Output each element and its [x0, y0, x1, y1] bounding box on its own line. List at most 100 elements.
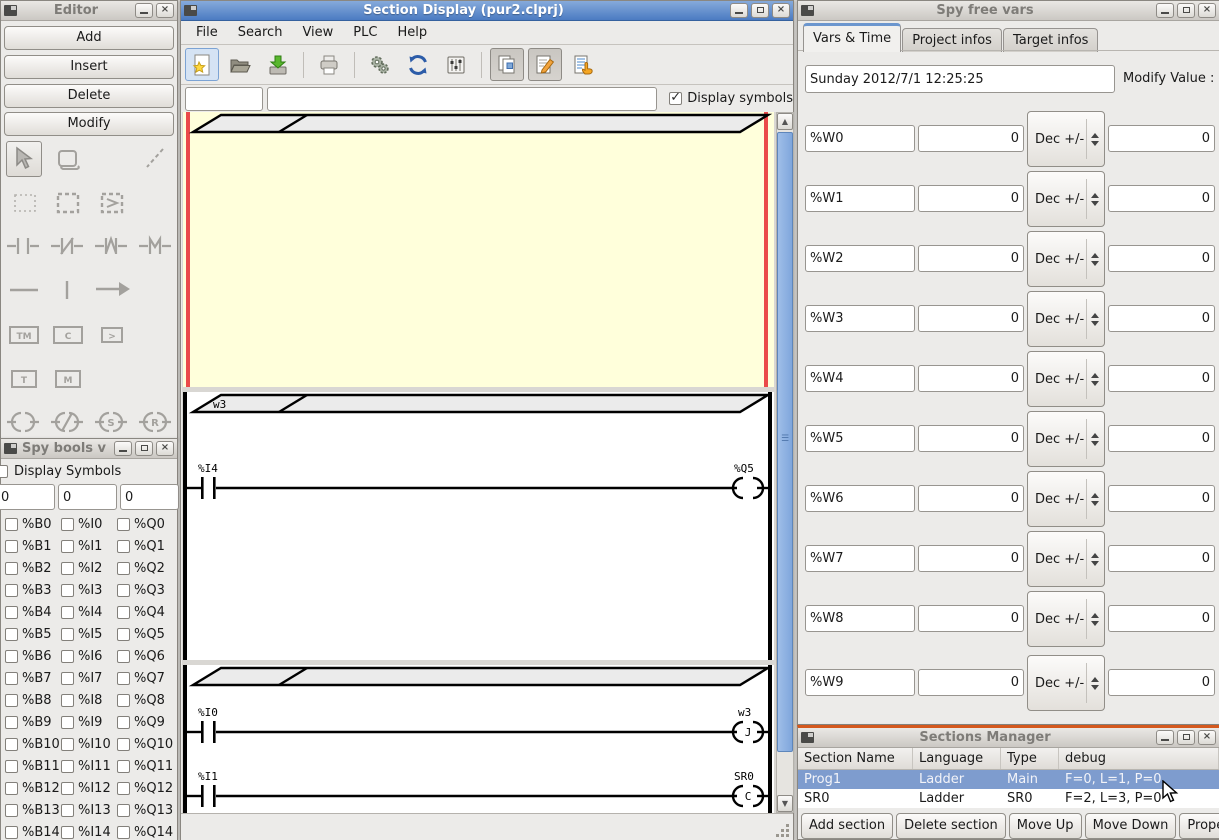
bool-checkbox-q6[interactable]	[117, 649, 130, 663]
insert-button[interactable]: Insert	[4, 55, 174, 79]
rung-jumps[interactable]: %I0 w3 J %I1 SR0 C	[183, 665, 774, 813]
bool-checkbox-i3[interactable]	[61, 583, 74, 597]
coil-reset-tool-icon[interactable]: R	[137, 409, 173, 435]
bool-checkbox-q5[interactable]	[117, 627, 130, 641]
display-symbols-checkbox[interactable]	[669, 90, 683, 105]
preferences-icon[interactable]	[439, 48, 473, 81]
edit-mode-icon[interactable]	[528, 48, 562, 81]
bools-offset-input-2[interactable]: 0	[58, 484, 117, 510]
bool-checkbox-b13[interactable]	[5, 803, 18, 817]
bool-checkbox-q11[interactable]	[117, 759, 130, 773]
properties-button[interactable]: Properties	[1179, 813, 1219, 839]
vertical-scrollbar[interactable]: ▲ ▼	[776, 112, 794, 813]
eraser-tool-icon[interactable]	[53, 145, 83, 173]
section-display-titlebar[interactable]: Section Display (pur2.clprj) ×	[181, 1, 793, 21]
menu-search[interactable]: Search	[229, 23, 292, 42]
bool-checkbox-q14[interactable]	[117, 825, 130, 839]
scroll-up-button[interactable]: ▲	[777, 113, 793, 130]
modify-pointer-icon[interactable]	[566, 48, 600, 81]
close-button[interactable]: ×	[1198, 3, 1216, 18]
display-mode-combo[interactable]: Dec +/-	[1027, 531, 1105, 587]
scrollbar-thumb[interactable]	[777, 132, 793, 752]
display-mode-combo[interactable]: Dec +/-	[1027, 231, 1105, 287]
window-menu-icon[interactable]	[801, 732, 814, 743]
maximize-button[interactable]	[751, 3, 769, 18]
spinner-arrows-icon[interactable]	[1087, 676, 1103, 690]
modify-value-input[interactable]: 0	[1108, 245, 1215, 272]
spinner-arrows-icon[interactable]	[1087, 252, 1103, 266]
display-mode-combo[interactable]: Dec +/-	[1027, 591, 1105, 647]
rung-comment-input[interactable]	[267, 86, 658, 111]
display-mode-combo[interactable]: Dec +/-	[1027, 111, 1105, 167]
display-mode-combo[interactable]: Dec +/-	[1027, 351, 1105, 407]
column-debug[interactable]: debug	[1059, 748, 1219, 769]
bools-offset-input-1[interactable]: 0	[0, 484, 55, 510]
bool-checkbox-q4[interactable]	[117, 605, 130, 619]
spinner-arrows-icon[interactable]	[1087, 312, 1103, 326]
display-mode-combo[interactable]: Dec +/-	[1027, 171, 1105, 227]
editor-titlebar[interactable]: Editor ×	[1, 1, 177, 21]
bool-checkbox-b14[interactable]	[5, 825, 18, 839]
menu-plc[interactable]: PLC	[344, 23, 386, 42]
var-value-field[interactable]: 0	[918, 669, 1024, 696]
wire-tool-icon[interactable]	[139, 143, 169, 173]
bool-checkbox-b12[interactable]	[5, 781, 18, 795]
close-button[interactable]: ×	[772, 3, 790, 18]
modify-value-input[interactable]: 0	[1108, 669, 1215, 696]
maximize-button[interactable]	[1177, 730, 1195, 745]
compare-tool-icon[interactable]: >	[99, 325, 125, 345]
bool-checkbox-q12[interactable]	[117, 781, 130, 795]
bool-checkbox-b4[interactable]	[5, 605, 18, 619]
add-section-button[interactable]: Add section	[801, 813, 894, 839]
minimize-button[interactable]	[1156, 730, 1174, 745]
bool-checkbox-i9[interactable]	[61, 715, 74, 729]
contact-closed-icon[interactable]	[49, 233, 85, 259]
bool-checkbox-i5[interactable]	[61, 627, 74, 641]
var-name-input[interactable]: %W3	[805, 305, 915, 332]
contact-falling-edge-icon[interactable]	[137, 233, 173, 259]
var-name-input[interactable]: %W0	[805, 125, 915, 152]
window-menu-icon[interactable]	[184, 5, 197, 16]
refresh-icon[interactable]	[401, 48, 435, 81]
resize-grip[interactable]	[786, 834, 789, 837]
tab-project-infos[interactable]: Project infos	[902, 28, 1002, 52]
ladder-view[interactable]: w3 %I4 %Q5 %I0 w3 J %I1 SR0 C	[182, 112, 776, 813]
spinner-arrows-icon[interactable]	[1087, 432, 1103, 446]
horizontal-line-tool-icon[interactable]	[7, 279, 41, 301]
var-name-input[interactable]: %W2	[805, 245, 915, 272]
bool-checkbox-i4[interactable]	[61, 605, 74, 619]
bool-checkbox-b2[interactable]	[5, 561, 18, 575]
section-row-prog1[interactable]: Prog1 Ladder Main F=0, L=1, P=0	[798, 770, 1219, 789]
bool-checkbox-b1[interactable]	[5, 539, 18, 553]
bool-checkbox-b11[interactable]	[5, 759, 18, 773]
vertical-line-tool-icon[interactable]	[57, 277, 77, 303]
bool-checkbox-i11[interactable]	[61, 759, 74, 773]
sections-pages-icon[interactable]	[490, 48, 524, 81]
var-name-input[interactable]: %W6	[805, 485, 915, 512]
menu-help[interactable]: Help	[388, 23, 436, 42]
display-mode-combo[interactable]: Dec +/-	[1027, 655, 1105, 711]
spinner-arrows-icon[interactable]	[1087, 612, 1103, 626]
menu-file[interactable]: File	[187, 23, 227, 42]
rung-number-input[interactable]	[185, 86, 264, 111]
bool-checkbox-b7[interactable]	[5, 671, 18, 685]
bool-checkbox-q9[interactable]	[117, 715, 130, 729]
modify-value-input[interactable]: 0	[1108, 125, 1215, 152]
spy-free-vars-titlebar[interactable]: Spy free vars ×	[798, 1, 1219, 21]
var-name-input[interactable]: %W5	[805, 425, 915, 452]
display-mode-combo[interactable]: Dec +/-	[1027, 411, 1105, 467]
bool-checkbox-i13[interactable]	[61, 803, 74, 817]
minimize-button[interactable]	[730, 3, 748, 18]
maximize-button[interactable]	[1177, 3, 1195, 18]
spy-bools-titlebar[interactable]: Spy bools v ×	[1, 439, 177, 459]
bool-checkbox-b6[interactable]	[5, 649, 18, 663]
var-value-field[interactable]: 0	[918, 365, 1024, 392]
block-arrow-tool-icon[interactable]	[97, 189, 127, 217]
var-value-field[interactable]: 0	[918, 125, 1024, 152]
spinner-arrows-icon[interactable]	[1087, 552, 1103, 566]
coil-tool-icon[interactable]	[5, 409, 41, 435]
bool-checkbox-i14[interactable]	[61, 825, 74, 839]
bool-checkbox-q0[interactable]	[117, 517, 130, 531]
sections-manager-titlebar[interactable]: Sections Manager ×	[798, 728, 1219, 748]
close-button[interactable]: ×	[156, 441, 174, 456]
